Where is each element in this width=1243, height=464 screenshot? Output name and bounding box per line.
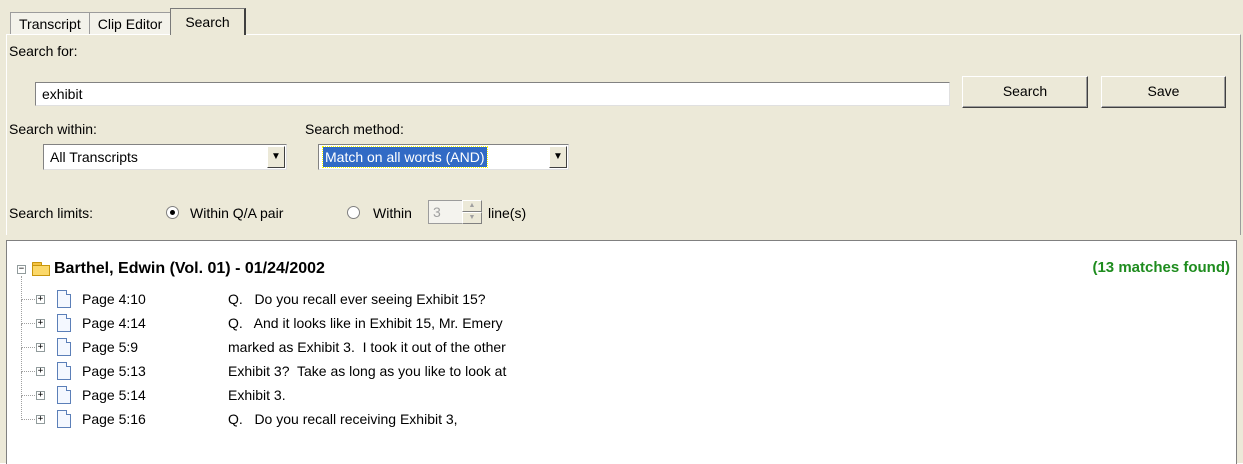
collapse-icon[interactable]: −: [17, 264, 26, 274]
result-page: Page 5:13: [82, 363, 146, 379]
lines-spinner-input[interactable]: 3: [428, 200, 464, 224]
expand-icon[interactable]: +: [36, 343, 45, 352]
result-page: Page 5:14: [82, 387, 146, 403]
document-icon: [57, 338, 71, 356]
result-row[interactable]: + Page 5:9 marked as Exhibit 3. I took i…: [7, 324, 807, 360]
save-button[interactable]: Save: [1101, 76, 1226, 108]
within-lines-radio[interactable]: [347, 206, 360, 219]
tab-transcript[interactable]: Transcript: [10, 12, 90, 35]
expand-icon[interactable]: +: [36, 319, 45, 328]
result-page: Page 5:9: [82, 339, 139, 355]
expand-icon[interactable]: +: [36, 295, 45, 304]
search-method-label: Search method:: [305, 121, 404, 137]
result-row[interactable]: + Page 5:14 Exhibit 3.: [7, 372, 807, 408]
spin-up-icon[interactable]: ▲: [462, 200, 482, 212]
result-text: Exhibit 3.: [228, 387, 286, 403]
result-row[interactable]: + Page 5:13 Exhibit 3? Take as long as y…: [7, 348, 807, 384]
search-method-value: Match on all words (AND): [322, 146, 488, 168]
document-icon: [57, 386, 71, 404]
match-count: (13 matches found): [1092, 259, 1230, 276]
search-limits-label: Search limits:: [9, 205, 94, 221]
result-row[interactable]: + Page 5:16 Q. Do you recall receiving E…: [7, 396, 807, 432]
result-text: marked as Exhibit 3. I took it out of th…: [228, 339, 506, 355]
folder-icon: [32, 262, 50, 276]
document-icon: [57, 290, 71, 308]
result-text: Q. Do you recall ever seeing Exhibit 15?: [228, 291, 486, 307]
result-row[interactable]: + Page 4:10 Q. Do you recall ever seeing…: [7, 276, 807, 312]
result-page: Page 4:10: [82, 291, 146, 307]
tab-search[interactable]: Search: [170, 8, 246, 35]
lines-suffix-label: line(s): [488, 205, 527, 221]
search-input[interactable]: exhibit: [35, 82, 950, 106]
search-panel: Search for: exhibit Search Save Search w…: [6, 34, 1241, 235]
chevron-down-icon[interactable]: ▼: [549, 146, 567, 168]
lines-spinner-buttons[interactable]: ▲ ▼: [462, 200, 482, 224]
tab-clip-editor[interactable]: Clip Editor: [88, 12, 172, 35]
result-page: Page 4:14: [82, 315, 146, 331]
result-row[interactable]: + Page 4:14 Q. And it looks like in Exhi…: [7, 300, 807, 336]
expand-icon[interactable]: +: [36, 367, 45, 376]
transcript-title: Barthel, Edwin (Vol. 01) - 01/24/2002: [54, 260, 325, 277]
search-within-label: Search within:: [9, 121, 97, 137]
within-qa-radio[interactable]: [166, 206, 179, 219]
search-button[interactable]: Search: [962, 76, 1088, 108]
chevron-down-icon[interactable]: ▼: [267, 146, 285, 168]
within-lines-label: Within: [373, 205, 412, 221]
result-page: Page 5:16: [82, 411, 146, 427]
document-icon: [57, 314, 71, 332]
document-icon: [57, 362, 71, 380]
result-text: Q. Do you recall receiving Exhibit 3,: [228, 411, 458, 427]
within-qa-label: Within Q/A pair: [190, 205, 284, 221]
document-icon: [57, 410, 71, 428]
search-method-select[interactable]: Match on all words (AND) ▼: [318, 144, 569, 170]
tab-strip: Transcript Clip Editor Search: [10, 8, 246, 35]
search-within-value: All Transcripts: [50, 149, 138, 165]
expand-icon[interactable]: +: [36, 415, 45, 424]
result-text: Q. And it looks like in Exhibit 15, Mr. …: [228, 315, 503, 331]
results-tree[interactable]: − Barthel, Edwin (Vol. 01) - 01/24/2002 …: [6, 240, 1237, 464]
result-text: Exhibit 3? Take as long as you like to l…: [228, 363, 507, 379]
search-within-select[interactable]: All Transcripts ▼: [43, 144, 287, 170]
spin-down-icon[interactable]: ▼: [462, 212, 482, 224]
search-window: Transcript Clip Editor Search Search for…: [0, 0, 1243, 464]
search-for-label: Search for:: [9, 43, 78, 59]
transcript-node[interactable]: − Barthel, Edwin (Vol. 01) - 01/24/2002: [17, 257, 325, 281]
expand-icon[interactable]: +: [36, 391, 45, 400]
